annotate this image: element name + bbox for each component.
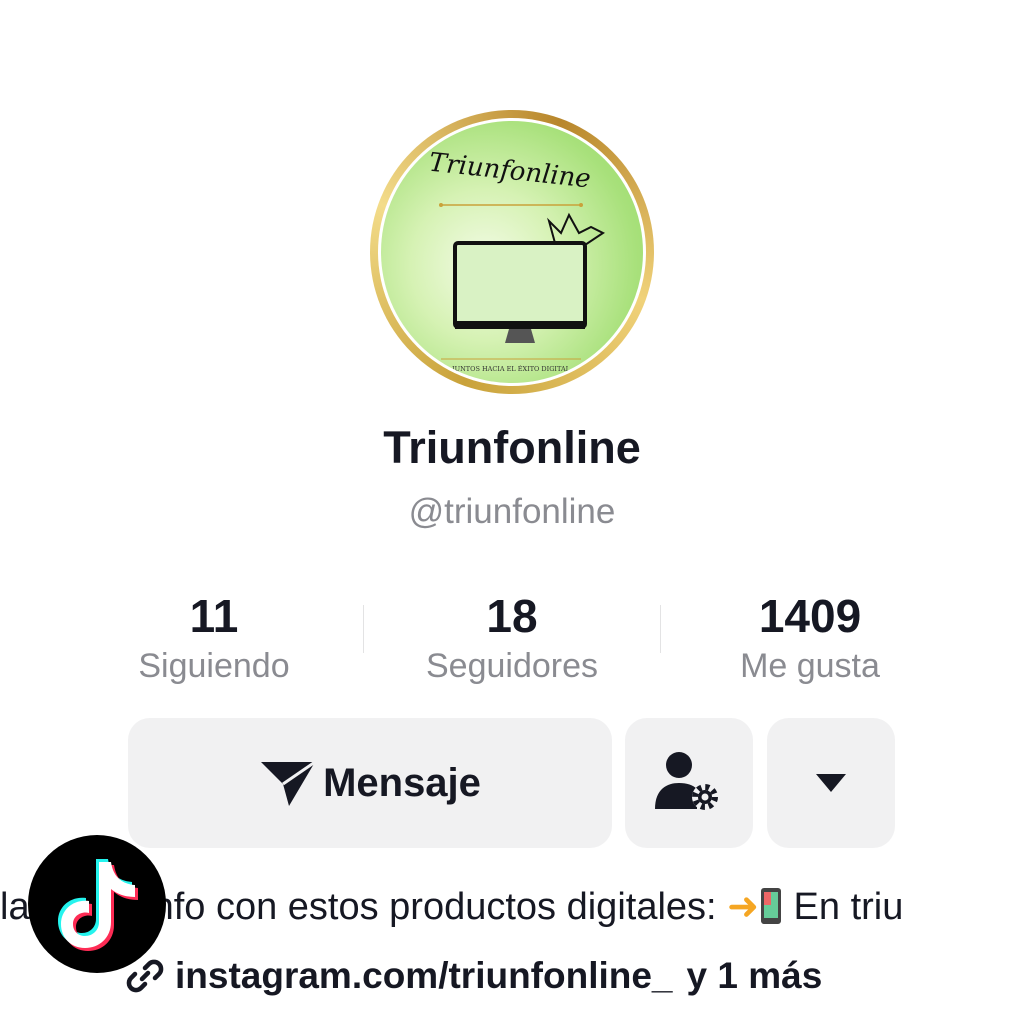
- crown-icon: [547, 212, 605, 247]
- link-more[interactable]: y 1 más: [687, 955, 823, 997]
- bio-text-start: la: [0, 886, 30, 928]
- message-button[interactable]: Mensaje: [128, 718, 612, 848]
- tiktok-logo: [28, 835, 166, 973]
- link-url[interactable]: instagram.com/triunfonline_: [175, 955, 673, 997]
- stat-divider: [363, 605, 364, 653]
- tiktok-note-icon: [58, 859, 138, 951]
- avatar-logo-art: Triunfonline JUNTOS HACIA EL ÉXITO DIGIT…: [428, 148, 605, 373]
- username: @triunfonline: [408, 492, 616, 531]
- send-icon: [261, 760, 316, 806]
- stat-followers-label: Seguidores: [425, 647, 598, 685]
- message-button-label: Mensaje: [323, 760, 481, 805]
- more-options-button[interactable]: [767, 718, 895, 848]
- user-settings-icon: [655, 752, 718, 810]
- stat-likes-label: Me gusta: [740, 647, 880, 685]
- stat-following[interactable]: 11 Siguiendo: [84, 588, 344, 688]
- stat-likes-value: 1409: [758, 590, 862, 642]
- friend-settings-button[interactable]: [625, 718, 753, 848]
- avatar-ring: Triunfonline JUNTOS HACIA EL ÉXITO DIGIT…: [378, 118, 646, 386]
- stat-following-value: 11: [189, 590, 239, 642]
- stat-following-label: Siguiendo: [138, 647, 290, 685]
- stat-followers[interactable]: 18 Seguidores: [382, 588, 642, 688]
- display-name: Triunfonline: [383, 422, 641, 473]
- monitor-icon: [453, 241, 587, 329]
- profile-avatar[interactable]: Triunfonline JUNTOS HACIA EL ÉXITO DIGIT…: [370, 110, 654, 394]
- stat-divider: [660, 605, 661, 653]
- bio-text-middle: nfo con estos productos digitales:: [152, 886, 728, 928]
- stat-likes[interactable]: 1409 Me gusta: [680, 588, 940, 688]
- avatar-logo-caption: JUNTOS HACIA EL ÉXITO DIGITAL: [451, 364, 571, 373]
- avatar-image: Triunfonline JUNTOS HACIA EL ÉXITO DIGIT…: [381, 121, 643, 383]
- stat-followers-value: 18: [486, 590, 538, 642]
- profile-link[interactable]: instagram.com/triunfonline_ y 1 más: [125, 955, 822, 997]
- avatar-logo-title: Triunfonline: [428, 148, 593, 195]
- arrow-right-icon: ➜: [727, 886, 759, 928]
- mobile-phone-icon: [761, 888, 781, 924]
- triangle-down-icon: [816, 774, 846, 792]
- bio-text-end: En triu: [783, 886, 904, 928]
